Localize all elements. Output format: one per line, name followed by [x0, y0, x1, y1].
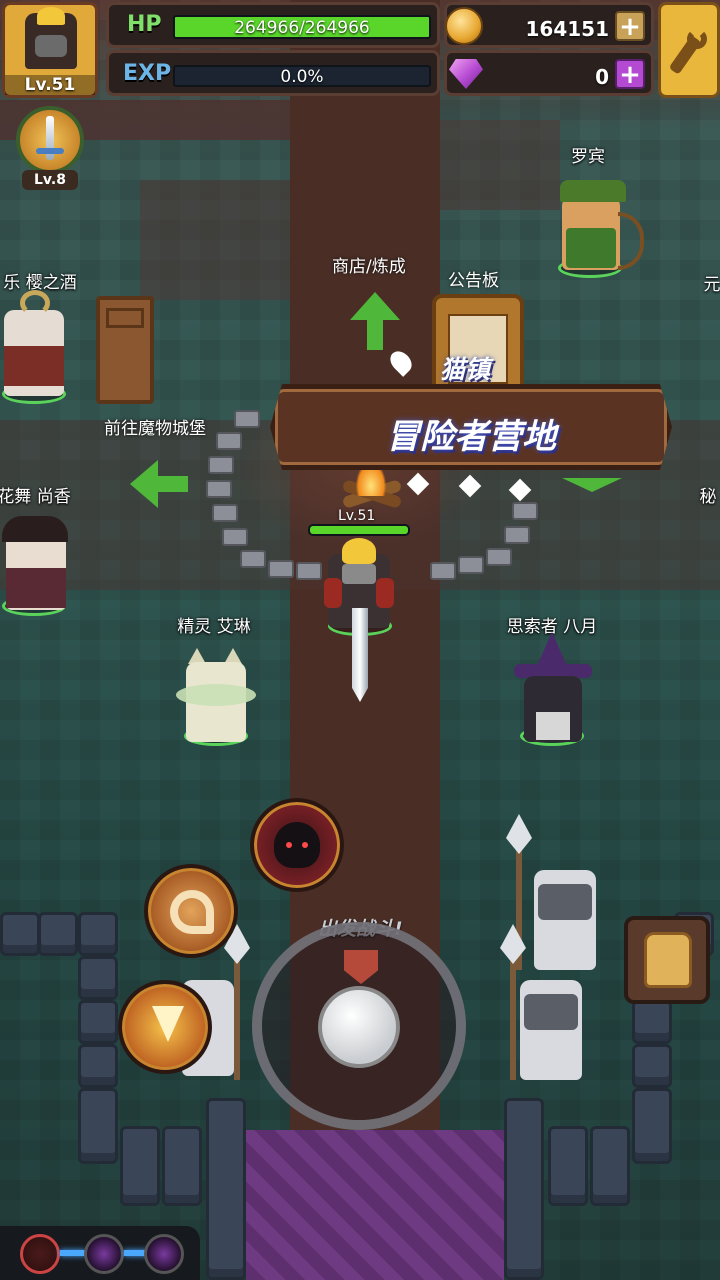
npc-name-luobin: 罗宾: [571, 147, 605, 167]
ground-patch: [440, 120, 560, 210]
gold-coin-icon: [445, 7, 483, 45]
exp-bar: 0.0%: [173, 65, 431, 87]
settings-button[interactable]: [658, 2, 720, 98]
gem-amount: 0: [595, 65, 609, 89]
npc-name-right-top: 元: [703, 275, 720, 295]
pet-level: Lv.8: [22, 170, 78, 190]
hp-text: 264966/264966: [234, 18, 370, 38]
npc-elf[interactable]: [176, 644, 256, 756]
muscle-arm-icon: [170, 890, 214, 934]
vortex-skill-icon[interactable]: [144, 1234, 184, 1274]
bow-icon: [618, 212, 644, 270]
wooden-door[interactable]: [96, 296, 154, 404]
backpack-icon: [644, 932, 692, 988]
ground-patch: [140, 180, 290, 300]
player-character[interactable]: [318, 538, 402, 708]
npc-name-hanamai: 花舞 尚香: [0, 487, 71, 507]
skill-slam-button[interactable]: [118, 980, 212, 1074]
down-arrow-icon: [152, 1006, 184, 1042]
portal-floor: [246, 1130, 504, 1280]
hp-bar: 264966/264966: [173, 15, 431, 39]
arrow-skill-icon[interactable]: [20, 1234, 60, 1274]
npc-hanamai[interactable]: [0, 512, 72, 624]
pet-badge[interactable]: Lv.8: [12, 106, 88, 190]
add-gold-button[interactable]: +: [615, 11, 645, 41]
demon-icon: [274, 822, 320, 868]
notice-board-label[interactable]: 公告板: [448, 266, 499, 291]
gold-amount: 164151: [525, 17, 610, 41]
skill-strength-button[interactable]: [144, 864, 238, 958]
left-arrow-icon[interactable]: [130, 460, 190, 508]
hp-panel: HP 264966/264966: [106, 2, 440, 48]
guard-knight: [500, 924, 596, 1090]
gem-panel: 0 +: [444, 50, 654, 96]
add-gems-button[interactable]: +: [615, 59, 645, 89]
skill-shadow-button[interactable]: [250, 798, 344, 892]
area-banner: 冒险者营地: [270, 384, 672, 470]
guard-knight: [506, 814, 610, 980]
hp-label: HP: [127, 12, 162, 37]
npc-luobin[interactable]: [548, 172, 648, 286]
up-arrow-icon[interactable]: [350, 292, 400, 352]
backpack-button[interactable]: [624, 916, 710, 1004]
npc-name-right-mid: 秘: [699, 487, 717, 507]
exp-text: 0.0%: [280, 67, 324, 87]
virtual-joystick[interactable]: [252, 922, 466, 1130]
npc-name-elf: 精灵 艾琳: [177, 617, 251, 637]
town-name: 猫镇: [440, 355, 491, 384]
player-overhead-hp: [308, 524, 410, 536]
shop-label[interactable]: 商店/炼成: [332, 252, 406, 277]
gold-panel: 164151 +: [444, 2, 654, 48]
bottom-skill-bar: [0, 1226, 200, 1280]
npc-sakura[interactable]: [0, 290, 70, 412]
npc-thinker[interactable]: [510, 632, 596, 756]
crossed-swords-icon: [344, 950, 378, 984]
game-scene: Lv.51 HP 264966/264966 EXP 0.0% 164151 +…: [0, 0, 720, 1280]
area-title: 冒险者营地: [386, 417, 556, 457]
exp-label: EXP: [123, 61, 172, 86]
player-level: Lv.51: [5, 75, 95, 95]
gem-icon: [449, 59, 483, 89]
right-arrow-icon[interactable]: [562, 478, 622, 508]
joystick-knob[interactable]: [318, 986, 400, 1068]
vortex-skill-icon[interactable]: [84, 1234, 124, 1274]
exp-panel: EXP 0.0%: [106, 50, 440, 96]
castle-label[interactable]: 前往魔物城堡: [104, 414, 206, 439]
sword-icon: [352, 608, 368, 702]
player-portrait[interactable]: Lv.51: [2, 2, 98, 98]
player-overhead-level: Lv.51: [338, 508, 376, 524]
